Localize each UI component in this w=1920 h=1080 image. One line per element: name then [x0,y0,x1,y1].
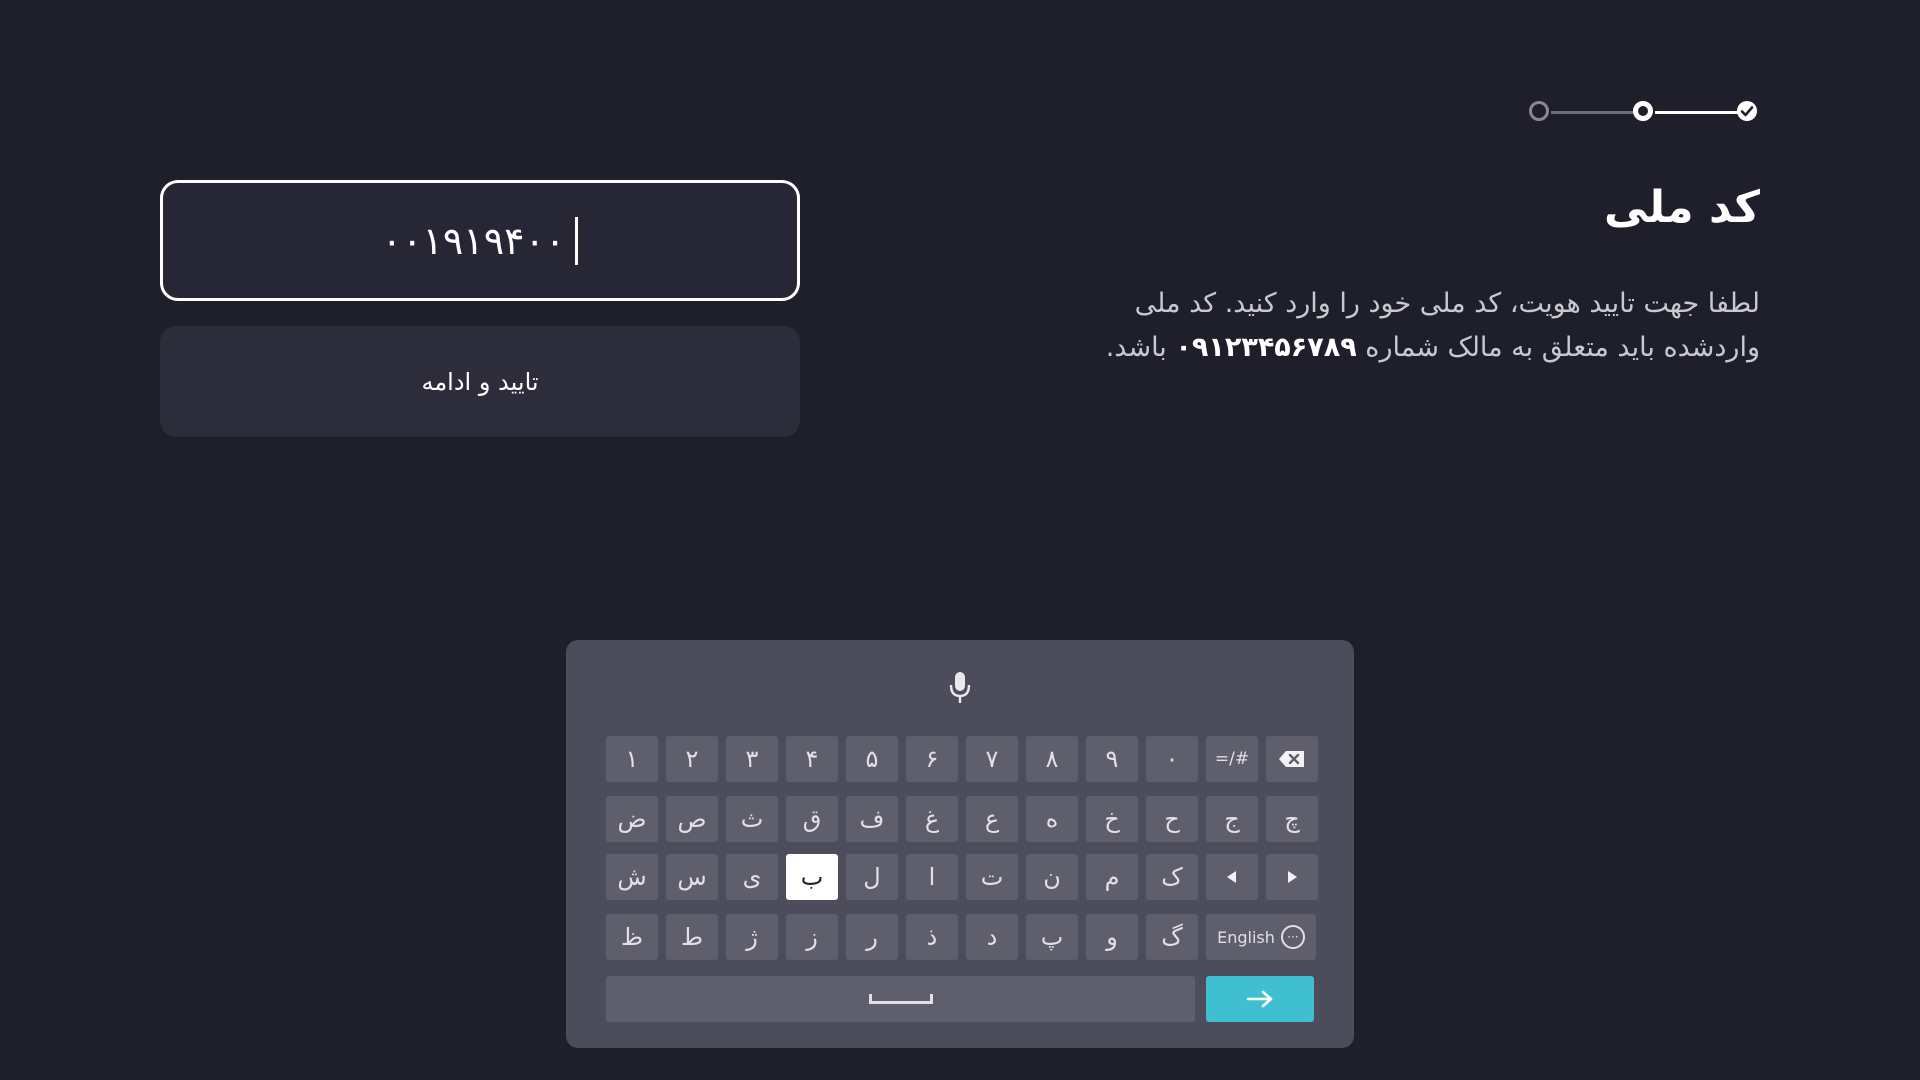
instruction-text: لطفا جهت تایید هویت، کد ملی خود را وارد … [1060,282,1760,370]
key-letter[interactable]: غ [906,796,958,842]
arrow-right-icon [1246,990,1273,1008]
key-letter[interactable]: ث [726,796,778,842]
key-letter[interactable]: ذ [906,914,958,960]
instruction-line-2-end: باشد. [1105,332,1167,363]
key-digit[interactable]: ۲ [666,736,718,782]
language-switch-key[interactable]: English ··· [1206,914,1316,960]
key-letter[interactable]: ه [1026,796,1078,842]
key-digit[interactable]: ۳ [726,736,778,782]
stepper-step-upcoming [1529,101,1549,121]
cursor-right-key[interactable] [1266,854,1318,900]
key-digit[interactable]: ۸ [1026,736,1078,782]
stepper-step-completed-check-icon [1737,101,1757,121]
key-letter[interactable]: ر [846,914,898,960]
national-code-input[interactable]: ۰۰۱۹۱۹۴۰۰ [160,180,800,301]
space-icon [868,994,933,1004]
key-letter[interactable]: ص [666,796,718,842]
backspace-icon [1279,751,1304,767]
key-digit[interactable]: ۹ [1086,736,1138,782]
backspace-key[interactable] [1266,736,1318,782]
key-letter[interactable]: ق [786,796,838,842]
language-label: English [1217,927,1275,947]
key-letter[interactable]: ط [666,914,718,960]
key-letter[interactable]: د [966,914,1018,960]
key-letter[interactable]: ژ [726,914,778,960]
key-letter[interactable]: ت [966,854,1018,900]
arrow-right-icon [1288,871,1297,883]
key-letter[interactable]: ز [786,914,838,960]
key-letter[interactable]: پ [1026,914,1078,960]
key-letter[interactable]: ظ [606,914,658,960]
key-letter[interactable]: ی [726,854,778,900]
key-letter[interactable]: خ [1086,796,1138,842]
key-letter[interactable]: ف [846,796,898,842]
key-letter[interactable]: ل [846,854,898,900]
confirm-continue-button[interactable]: تایید و ادامه [160,326,800,437]
key-letter[interactable]: گ [1146,914,1198,960]
instruction-line-1: لطفا جهت تایید هویت، کد ملی خود را وارد … [1134,288,1760,319]
enter-key[interactable] [1206,976,1314,1022]
space-key[interactable] [606,976,1195,1022]
key-letter[interactable]: ا [906,854,958,900]
stepper-step-current [1633,101,1653,121]
key-letter[interactable]: ش [606,854,658,900]
key-letter[interactable]: ن [1026,854,1078,900]
key-digit[interactable]: ۱ [606,736,658,782]
key-letter[interactable]: و [1086,914,1138,960]
on-screen-keyboard: ۱ ۲ ۳ ۴ ۵ ۶ ۷ ۸ ۹ ۰ =/# ض ص ث ق ف غ ع ه خ ح ج چ ش س ی ب ل ا ت ن م ک ظ ط ژ ز ر… [566,640,1354,1048]
key-digit[interactable]: ۰ [1146,736,1198,782]
cursor-left-key[interactable] [1206,854,1258,900]
key-letter[interactable]: ک [1146,854,1198,900]
national-code-value: ۰۰۱۹۱۹۴۰۰ [381,218,566,263]
key-letter[interactable]: چ [1266,796,1318,842]
stepper-line-upcoming [1551,111,1639,114]
arrow-left-icon [1227,871,1236,883]
key-letter[interactable]: س [666,854,718,900]
phone-number: ۰۹۱۲۳۴۵۶۷۸۹ [1175,332,1357,363]
more-options-icon: ··· [1280,925,1305,949]
text-caret [575,216,579,265]
stepper-line-completed [1655,111,1743,114]
key-digit[interactable]: ۷ [966,736,1018,782]
microphone-icon[interactable] [948,670,972,706]
key-letter[interactable]: ح [1146,796,1198,842]
progress-stepper [1527,99,1761,127]
key-digit[interactable]: ۵ [846,736,898,782]
page-title: کد ملی [1603,182,1760,233]
instruction-line-2-start: واردشده باید متعلق به مالک شماره [1365,332,1760,363]
symbols-key[interactable]: =/# [1206,736,1258,782]
key-letter[interactable]: ض [606,796,658,842]
key-letter[interactable]: ج [1206,796,1258,842]
key-letter[interactable]: م [1086,854,1138,900]
key-letter[interactable]: ع [966,796,1018,842]
key-letter[interactable]: ب [786,854,838,900]
key-digit[interactable]: ۴ [786,736,838,782]
key-digit[interactable]: ۶ [906,736,958,782]
